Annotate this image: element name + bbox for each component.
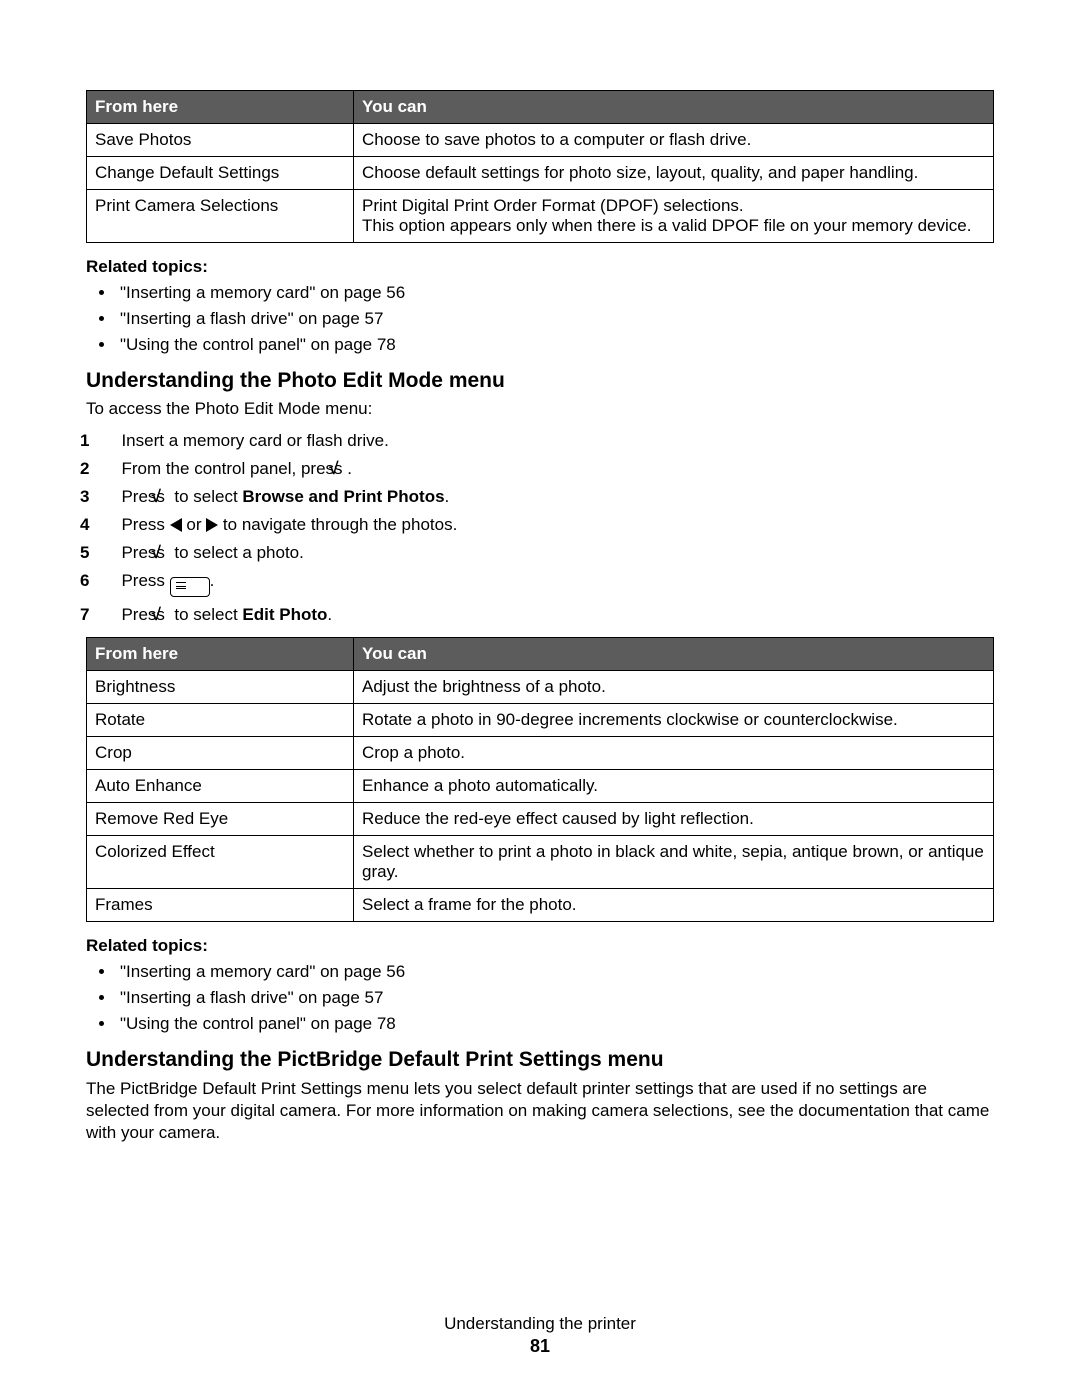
step-7-bold: Edit Photo (242, 605, 327, 624)
step-2: 2 From the control panel, press √. (98, 459, 994, 479)
step-7-text-b: to select (170, 605, 243, 624)
table-row: Auto Enhance Enhance a photo automatical… (87, 770, 994, 803)
table-row: Brightness Adjust the brightness of a ph… (87, 671, 994, 704)
step-4-text-c: to navigate through the photos. (218, 515, 457, 534)
table2-r3-from: Auto Enhance (87, 770, 354, 803)
table-row: Print Camera Selections Print Digital Pr… (87, 190, 994, 243)
step-3-text-b: to select (170, 487, 243, 506)
page-footer: Understanding the printer 81 (0, 1314, 1080, 1357)
step-3-dot: . (445, 487, 450, 506)
table-row: Frames Select a frame for the photo. (87, 889, 994, 922)
step-4: 4 Press or to navigate through the photo… (98, 515, 994, 535)
table2-r6-from: Frames (87, 889, 354, 922)
table1-r2-from: Print Camera Selections (87, 190, 354, 243)
menu-table-1: From here You can Save Photos Choose to … (86, 90, 994, 243)
table1-r1-from: Change Default Settings (87, 157, 354, 190)
table2-r2-from: Crop (87, 737, 354, 770)
list-item: "Inserting a flash drive" on page 57 (116, 988, 994, 1008)
step-6-text-a: Press (121, 571, 169, 590)
table2-r3-you: Enhance a photo automatically. (354, 770, 994, 803)
step-7-dot: . (327, 605, 332, 624)
section-heading-pictbridge: Understanding the PictBridge Default Pri… (86, 1048, 994, 1072)
page-number: 81 (0, 1336, 1080, 1357)
table2-r2-you: Crop a photo. (354, 737, 994, 770)
table2-r6-you: Select a frame for the photo. (354, 889, 994, 922)
triangle-left-icon (170, 518, 182, 532)
step-6-dot: . (210, 571, 215, 590)
table2-r5-from: Colorized Effect (87, 836, 354, 889)
table-row: Remove Red Eye Reduce the red-eye effect… (87, 803, 994, 836)
step-3-text-a: Press (121, 487, 169, 506)
list-item: "Using the control panel" on page 78 (116, 1014, 994, 1034)
table1-header-from: From here (87, 91, 354, 124)
table1-r0-you: Choose to save photos to a computer or f… (354, 124, 994, 157)
step-4-text-b: or (182, 515, 207, 534)
table2-r0-you: Adjust the brightness of a photo. (354, 671, 994, 704)
step-3-bold: Browse and Print Photos (242, 487, 444, 506)
step-7-text-a: Press (121, 605, 169, 624)
step-2-dot: . (347, 459, 352, 478)
table2-r1-from: Rotate (87, 704, 354, 737)
table2-r0-from: Brightness (87, 671, 354, 704)
step-5: 5 Press √ to select a photo. (98, 543, 994, 563)
table-row: Crop Crop a photo. (87, 737, 994, 770)
table2-r1-you: Rotate a photo in 90-degree increments c… (354, 704, 994, 737)
related-topics-list-2: "Inserting a memory card" on page 56 "In… (86, 962, 994, 1034)
step-4-text-a: Press (121, 515, 169, 534)
table2-r4-from: Remove Red Eye (87, 803, 354, 836)
step-6: 6 Press . (98, 571, 994, 597)
related-topics-list-1: "Inserting a memory card" on page 56 "In… (86, 283, 994, 355)
table1-r1-you: Choose default settings for photo size, … (354, 157, 994, 190)
step-1: 1 Insert a memory card or flash drive. (98, 431, 994, 451)
list-item: "Inserting a flash drive" on page 57 (116, 309, 994, 329)
table-row: Rotate Rotate a photo in 90-degree incre… (87, 704, 994, 737)
table-row: Change Default Settings Choose default s… (87, 157, 994, 190)
document-page: From here You can Save Photos Choose to … (0, 0, 1080, 1397)
table2-r5-you: Select whether to print a photo in black… (354, 836, 994, 889)
table2-r4-you: Reduce the red-eye effect caused by ligh… (354, 803, 994, 836)
related-topics-heading-2: Related topics: (86, 936, 994, 956)
list-item: "Inserting a memory card" on page 56 (116, 962, 994, 982)
list-item: "Using the control panel" on page 78 (116, 335, 994, 355)
step-2-text: From the control panel, press (121, 459, 347, 478)
table2-header-from: From here (87, 638, 354, 671)
section-heading-photo-edit: Understanding the Photo Edit Mode menu (86, 369, 994, 393)
pictbridge-paragraph: The PictBridge Default Print Settings me… (86, 1078, 994, 1144)
table1-header-you: You can (354, 91, 994, 124)
menu-button-icon (170, 577, 210, 597)
footer-title: Understanding the printer (0, 1314, 1080, 1334)
menu-table-2: From here You can Brightness Adjust the … (86, 637, 994, 922)
section-intro: To access the Photo Edit Mode menu: (86, 399, 994, 419)
steps-list: 1 Insert a memory card or flash drive. 2… (86, 431, 994, 625)
step-5-text-a: Press (121, 543, 169, 562)
table-row: Colorized Effect Select whether to print… (87, 836, 994, 889)
step-7: 7 Press √ to select Edit Photo. (98, 605, 994, 625)
related-topics-heading-1: Related topics: (86, 257, 994, 277)
table1-r0-from: Save Photos (87, 124, 354, 157)
table1-r2-you: Print Digital Print Order Format (DPOF) … (354, 190, 994, 243)
table-row: Save Photos Choose to save photos to a c… (87, 124, 994, 157)
list-item: "Inserting a memory card" on page 56 (116, 283, 994, 303)
triangle-right-icon (206, 518, 218, 532)
step-3: 3 Press √ to select Browse and Print Pho… (98, 487, 994, 507)
step-5-text-b: to select a photo. (170, 543, 304, 562)
step-1-text: Insert a memory card or flash drive. (121, 431, 388, 450)
table2-header-you: You can (354, 638, 994, 671)
